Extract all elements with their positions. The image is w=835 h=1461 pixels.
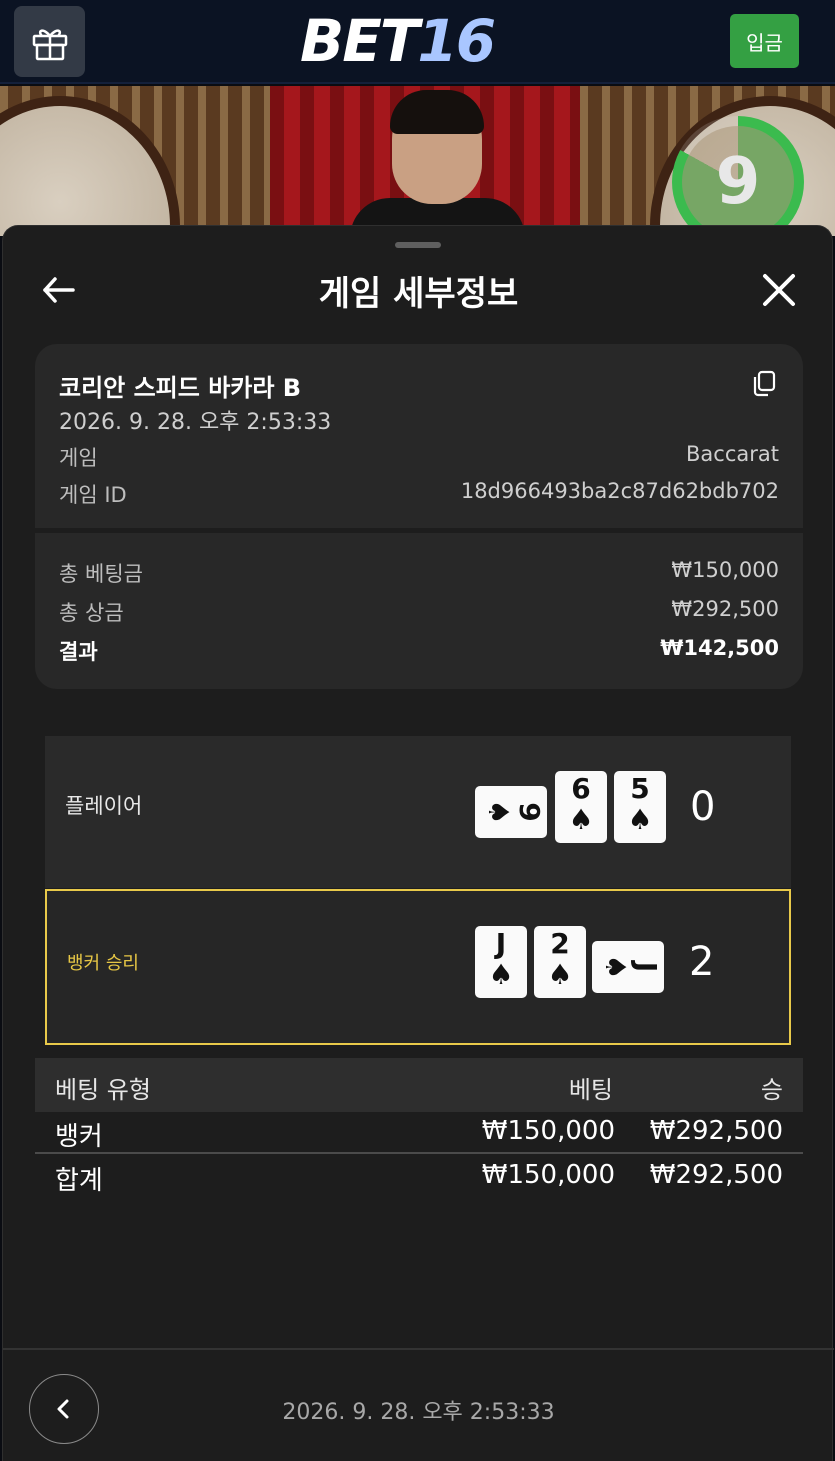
banker-score: 2	[689, 939, 715, 985]
playing-card: 2 ♠	[534, 926, 586, 998]
total-bet-value: ₩150,000	[671, 558, 779, 582]
bet-amount-cell: ₩150,000	[481, 1116, 615, 1146]
bet-type-cell: 뱅커	[55, 1122, 103, 1152]
game-label: 게임	[59, 446, 98, 470]
deposit-button[interactable]: 입금	[730, 14, 799, 68]
top-bar: BET 16 입금	[0, 0, 835, 84]
win-amount-cell: ₩292,500	[649, 1116, 783, 1146]
player-score: 0	[690, 784, 716, 830]
card-rank: 5	[630, 772, 650, 805]
table-row: 뱅커 ₩150,000 ₩292,500	[35, 1110, 803, 1152]
playing-card: J ♠	[592, 941, 664, 993]
game-name: 코리안 스피드 바카라 B	[59, 374, 302, 402]
total-bet-cell: ₩150,000	[481, 1160, 615, 1190]
playing-card: 6 ♠	[555, 771, 607, 843]
total-label-cell: 합계	[55, 1166, 103, 1196]
banker-hand-row: 뱅커 승리 J ♠ 2 ♠ J ♠ 2	[45, 889, 791, 1045]
card-suit: ♠	[547, 958, 573, 991]
player-label: 플레이어	[65, 794, 143, 818]
player-hand-row: 플레이어 9 ♠ 6 ♠ 5 ♠ 0	[45, 736, 791, 888]
card-suit: ♠	[599, 954, 632, 980]
playing-card: 5 ♠	[614, 771, 666, 843]
playing-card: J ♠	[475, 926, 527, 998]
playing-card: 9 ♠	[475, 786, 547, 838]
footer-divider	[3, 1348, 834, 1350]
result-label: 결과	[59, 640, 98, 664]
game-id-label: 게임 ID	[59, 483, 127, 507]
card-suit: ♠	[482, 799, 515, 825]
logo-text: BET	[300, 7, 419, 75]
result-value: ₩142,500	[660, 636, 779, 660]
game-id-value: 18d966493ba2c87d62bdb702	[460, 479, 779, 503]
countdown-timer: 9	[682, 126, 794, 236]
total-bet-label: 총 베팅금	[59, 562, 143, 586]
banker-win-label: 뱅커 승리	[67, 953, 139, 974]
gift-button[interactable]	[14, 6, 85, 77]
card-rank: 6	[571, 772, 591, 805]
copy-icon[interactable]	[751, 370, 777, 398]
dealer-hair	[390, 90, 484, 134]
bets-table-header: 베팅 유형 베팅 승	[35, 1058, 803, 1112]
sheet-title: 게임 세부정보	[318, 274, 519, 314]
column-bet: 베팅	[568, 1076, 613, 1104]
game-summary-card: 코리안 스피드 바카라 B 2026. 9. 28. 오후 2:53:33 게임…	[35, 344, 803, 689]
drag-handle[interactable]	[395, 242, 441, 248]
brand-logo[interactable]: BET 16	[300, 7, 496, 75]
card-rank: J	[495, 927, 507, 960]
card-suit: ♠	[627, 803, 653, 836]
total-prize-value: ₩292,500	[671, 597, 779, 621]
column-bet-type: 베팅 유형	[55, 1076, 151, 1104]
total-win-cell: ₩292,500	[649, 1160, 783, 1190]
footer-datetime: 2026. 9. 28. 오후 2:53:33	[282, 1400, 555, 1425]
live-stream-video[interactable]: 9	[0, 86, 835, 236]
card-divider	[35, 528, 803, 533]
logo-number: 16	[417, 7, 496, 75]
card-rank: 2	[550, 927, 570, 960]
card-suit: ♠	[568, 803, 594, 836]
total-prize-label: 총 상금	[59, 601, 124, 625]
column-win: 승	[760, 1076, 783, 1104]
card-suit: ♠	[488, 958, 514, 991]
back-arrow-icon[interactable]	[39, 270, 79, 310]
table-total-row: 합계 ₩150,000 ₩292,500	[35, 1154, 803, 1196]
card-rank: J	[630, 961, 663, 973]
card-rank: 9	[513, 802, 546, 822]
close-icon[interactable]	[759, 270, 799, 310]
game-value: Baccarat	[686, 442, 779, 466]
game-datetime: 2026. 9. 28. 오후 2:53:33	[59, 410, 332, 435]
gift-icon	[32, 28, 67, 60]
game-details-sheet: 게임 세부정보 코리안 스피드 바카라 B 2026. 9. 28. 오후 2:…	[2, 225, 834, 1461]
